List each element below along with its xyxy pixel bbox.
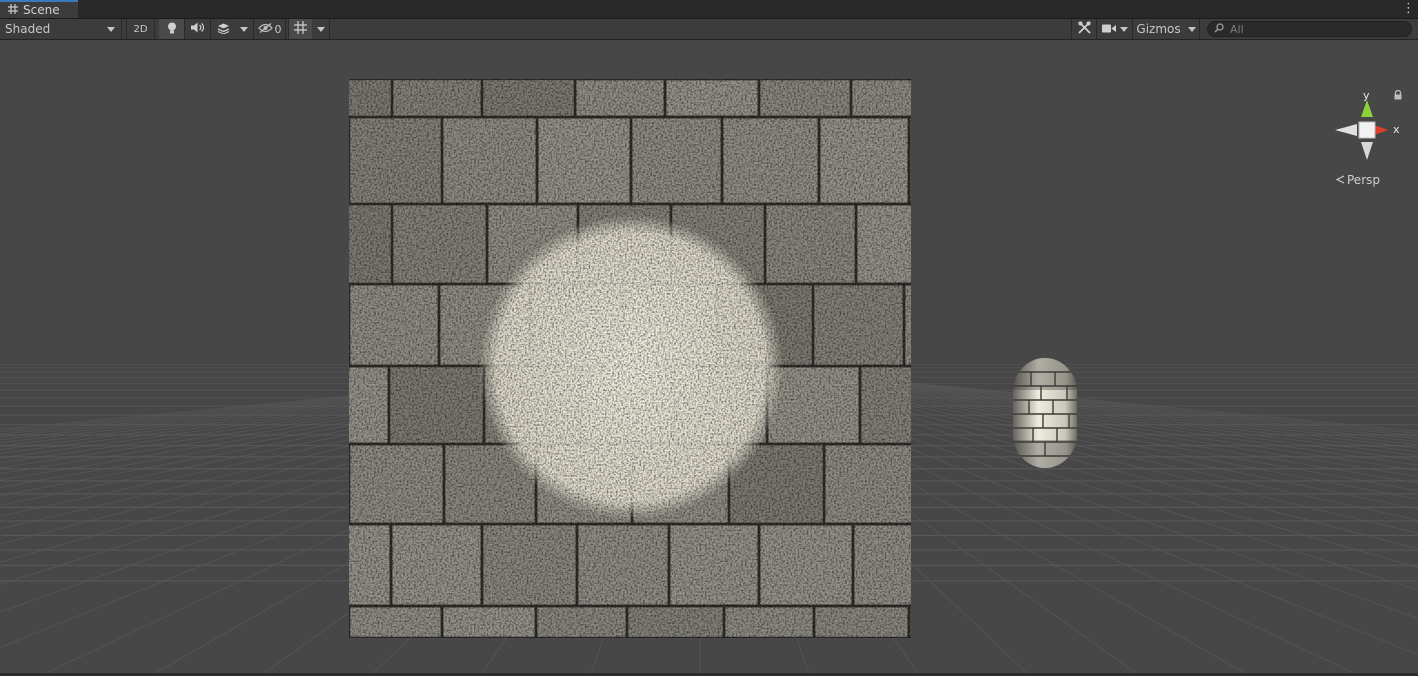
brick-wall-plane[interactable]: [349, 79, 911, 638]
effects-layers-icon: [217, 22, 230, 37]
center-cube: [1358, 121, 1376, 139]
light-bulb-icon: [167, 22, 177, 37]
window-tab-bar: Scene ⋮: [0, 0, 1418, 19]
toggle-grid-button[interactable]: [288, 19, 312, 39]
camera-icon: [1101, 22, 1116, 36]
chevron-down-icon: [1119, 26, 1128, 32]
scene-search-field[interactable]: [1207, 21, 1412, 37]
perspective-icon: [1335, 173, 1345, 187]
chevron-down-icon: [107, 26, 115, 32]
axis-y-label: y: [1363, 89, 1370, 102]
chevron-down-icon: [240, 26, 248, 32]
toggle-effects-button[interactable]: [211, 19, 235, 39]
gizmos-dropdown[interactable]: [1184, 19, 1200, 39]
chevron-down-icon: [316, 26, 325, 32]
grid-dropdown[interactable]: [312, 19, 330, 39]
toggle-audio-button[interactable]: [185, 19, 211, 39]
speaker-icon: [191, 22, 205, 36]
scene-tools-button[interactable]: [1071, 19, 1097, 39]
scene-grid-icon: [8, 3, 18, 17]
scene-visibility-toggle[interactable]: 0: [254, 19, 286, 39]
shading-mode-dropdown[interactable]: Shaded: [0, 19, 122, 39]
hidden-count: 0: [274, 22, 282, 36]
projection-toggle[interactable]: Persp: [1335, 173, 1392, 187]
scene-toolbar: Shaded 2D 0 Gizmos All: [0, 19, 1418, 40]
capsule-object[interactable]: [1011, 358, 1079, 470]
axis-neg-y-cone: [1361, 142, 1373, 160]
chevron-down-icon: [1187, 26, 1196, 32]
grid-icon: [294, 21, 307, 37]
projection-label: Persp: [1347, 173, 1380, 187]
tab-scene[interactable]: Scene: [0, 0, 78, 18]
orientation-gizmo[interactable]: y x: [1332, 88, 1402, 160]
axis-x-label: x: [1393, 123, 1400, 136]
tools-wrench-icon: [1077, 21, 1091, 37]
shading-mode-value: Shaded: [5, 22, 51, 36]
hidden-eye-icon: [257, 22, 273, 36]
gizmos-toggle-button[interactable]: Gizmos: [1133, 19, 1184, 39]
camera-settings-dropdown[interactable]: [1097, 19, 1133, 39]
axis-neg-x-cone: [1335, 124, 1357, 136]
axis-y-cone: [1361, 100, 1373, 117]
search-icon: [1214, 22, 1224, 36]
search-input[interactable]: [1230, 22, 1400, 36]
more-options-icon[interactable]: ⋮: [1402, 0, 1415, 18]
scene-viewport[interactable]: y x Persp: [0, 40, 1418, 676]
toggle-2d-button[interactable]: 2D: [126, 19, 155, 39]
effects-dropdown[interactable]: [235, 19, 254, 39]
toggle-lighting-button[interactable]: [159, 19, 185, 39]
tab-scene-label: Scene: [23, 3, 60, 17]
